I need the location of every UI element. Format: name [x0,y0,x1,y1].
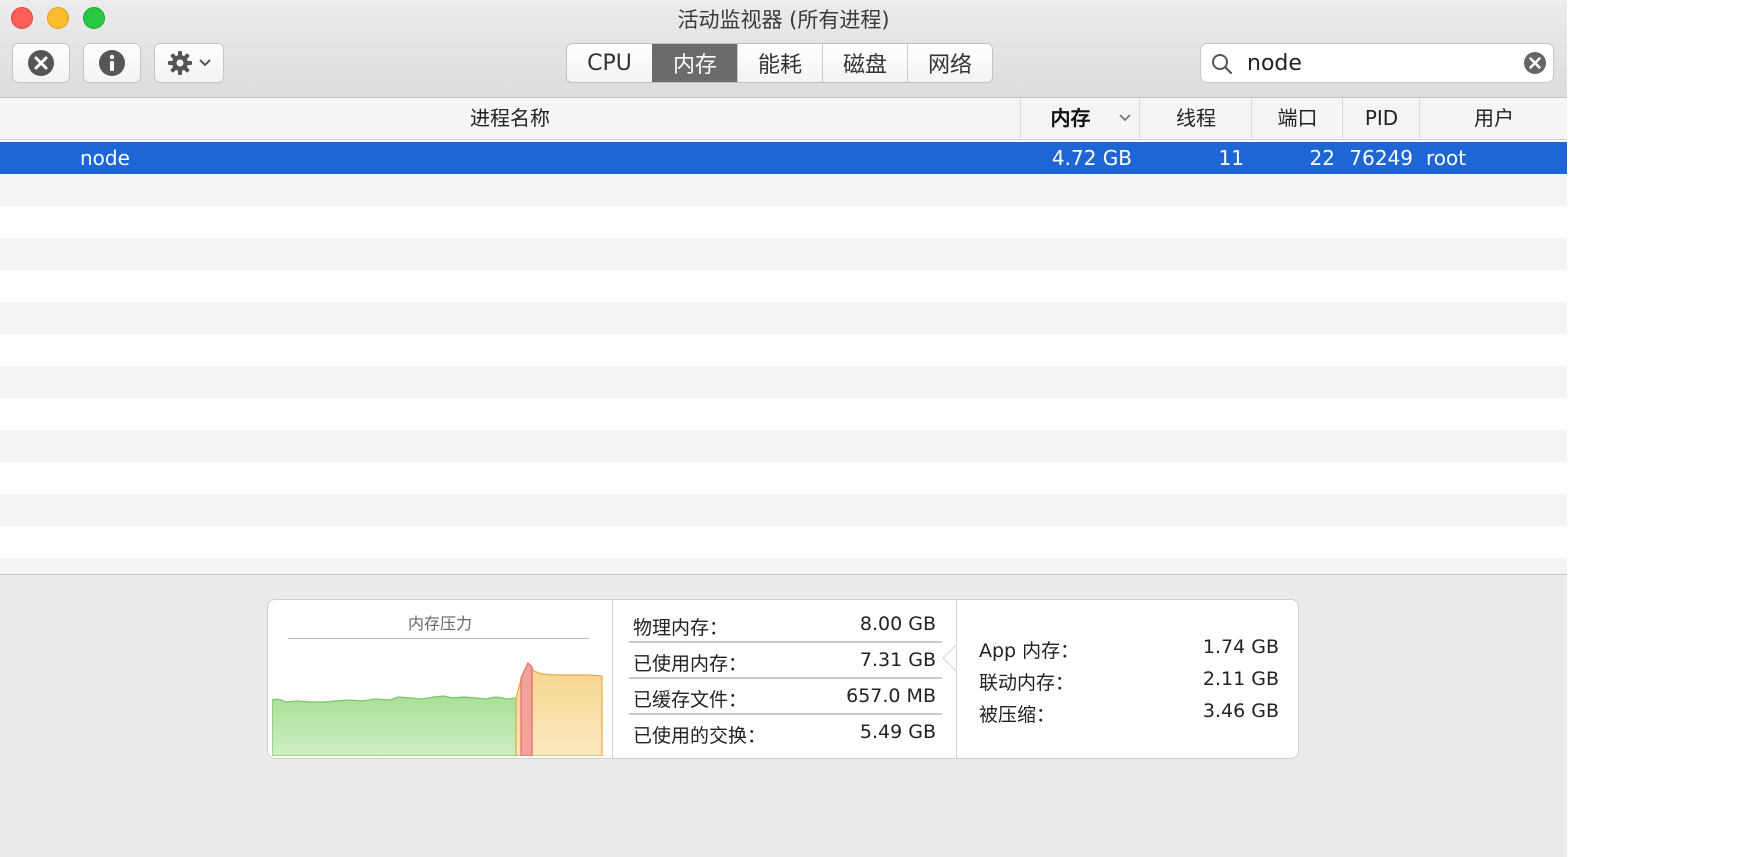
empty-row [0,366,1567,398]
physical-memory-stats: 物理内存： 8.00 GB 已使用内存： 7.31 GB 已缓存文件： 657.… [613,600,955,758]
threads-cell: 11 [1218,146,1244,170]
memory-pressure-graph: 内存压力 [268,600,613,758]
table-row[interactable]: node 4.72 GB 11 22 76249 root [0,142,1567,174]
stop-process-icon [28,50,54,76]
stat-label: 已使用的交换： [633,725,767,747]
column-header-ports[interactable]: 端口 [1251,98,1343,139]
gear-icon [168,51,192,75]
column-header-memory[interactable]: 内存 [1020,98,1140,139]
empty-row [0,494,1567,526]
column-header-process-name[interactable]: 进程名称 [0,98,1020,139]
memory-cell: 4.72 GB [1051,146,1132,170]
memory-pressure-title: 内存压力 [407,614,472,633]
inspect-process-button[interactable] [83,43,141,83]
column-header-memory-label: 内存 [1050,106,1091,130]
stat-value: 5.49 GB [859,721,936,743]
pressure-area-normal [272,695,517,756]
chevron-down-icon [199,59,211,67]
empty-row [0,238,1567,270]
activity-monitor-window: 活动监视器 (所有进程) CPU 内存 能耗 磁盘 网络 node 进程名称 内… [0,0,1567,857]
stat-label: 联动内存： [979,672,1075,694]
used-memory-breakdown: App 内存： 1.74 GB 联动内存： 2.11 GB 被压缩： 3.46 … [956,600,1299,758]
tab-disk[interactable]: 磁盘 [822,44,907,82]
empty-row [0,462,1567,494]
sort-descending-icon [1119,114,1131,122]
user-cell: root [1426,146,1467,170]
process-table: node 4.72 GB 11 22 76249 root [0,140,1567,574]
stat-swap-used: 已使用的交换： 5.49 GB [629,714,942,749]
stat-label: 已使用内存： [633,653,748,675]
column-header-user[interactable]: 用户 [1419,98,1568,139]
stat-value: 657.0 MB [846,685,936,707]
tab-network[interactable]: 网络 [907,44,992,82]
stat-used-memory: 已使用内存： 7.31 GB [629,642,942,679]
toolbar: 活动监视器 (所有进程) CPU 内存 能耗 磁盘 网络 node [0,0,1567,98]
empty-row [0,558,1567,574]
ports-cell: 22 [1309,146,1335,170]
empty-row [0,206,1567,238]
empty-row [0,302,1567,334]
search-icon [1212,54,1233,75]
column-header-pid[interactable]: PID [1342,98,1420,139]
pressure-area-critical [520,661,533,756]
empty-row [0,270,1567,302]
empty-row [0,430,1567,462]
action-menu-button[interactable] [154,43,224,83]
stat-wired-memory: 联动内存： 2.11 GB [979,668,1279,698]
memory-summary-panel: 内存压力 物理内存： 8.00 GB 已使用内存： 7.31 GB 已缓存文件：… [267,599,1299,759]
stat-cached-files: 已缓存文件： 657.0 MB [629,678,942,715]
view-tabs: CPU 内存 能耗 磁盘 网络 [566,43,993,83]
stat-compressed: 被压缩： 3.46 GB [979,700,1279,730]
process-name-cell: node [80,146,130,170]
tab-cpu[interactable]: CPU [567,44,652,82]
stat-label: 被压缩： [979,704,1056,726]
process-table-header: 进程名称 内存 线程 端口 PID 用户 [0,98,1567,140]
stat-label: App 内存： [979,640,1080,662]
tab-memory[interactable]: 内存 [652,44,737,82]
empty-row [0,526,1567,558]
search-field [1200,43,1554,83]
stat-value: 8.00 GB [859,613,936,635]
stat-app-memory: App 内存： 1.74 GB [979,636,1279,666]
window-title: 活动监视器 (所有进程) [677,8,890,32]
graph-divider [288,638,589,639]
clear-search-icon[interactable] [1523,51,1547,75]
search-input[interactable] [1247,49,1507,77]
breakdown-pointer [943,644,957,672]
empty-row [0,174,1567,206]
stat-label: 物理内存： [633,617,729,639]
stat-value: 2.11 GB [1202,668,1279,690]
tab-energy[interactable]: 能耗 [737,44,822,82]
column-header-threads[interactable]: 线程 [1139,98,1252,139]
pid-cell: 76249 [1349,146,1413,170]
stop-process-button[interactable] [12,43,70,83]
stat-value: 1.74 GB [1202,636,1279,658]
stat-value: 3.46 GB [1202,700,1279,722]
pressure-chart [272,661,603,756]
stat-physical-memory: 物理内存： 8.00 GB [629,606,942,643]
stat-label: 已缓存文件： [633,689,748,711]
empty-row [0,398,1567,430]
empty-row [0,334,1567,366]
info-icon [99,50,125,76]
stat-value: 7.31 GB [859,649,936,671]
memory-summary-area: 内存压力 物理内存： 8.00 GB 已使用内存： 7.31 GB 已缓存文件：… [0,574,1567,857]
